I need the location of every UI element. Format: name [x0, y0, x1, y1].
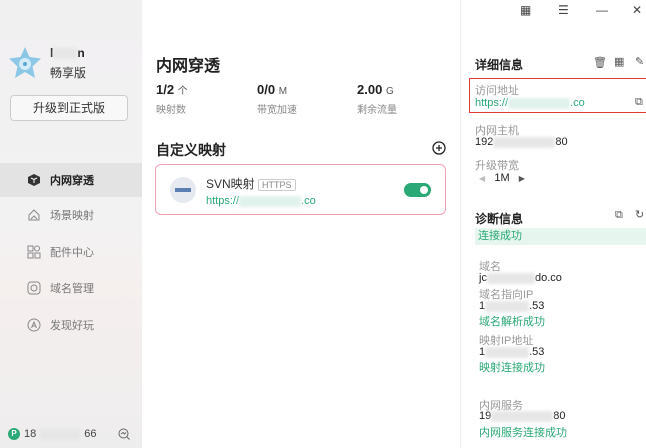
bandwidth-label: 升级带宽 — [475, 160, 519, 172]
mapping-name: SVN映射 — [206, 177, 255, 191]
nav-label: 发现好玩 — [50, 320, 94, 332]
access-url[interactable]: https://.co — [475, 97, 585, 109]
plan-tier: 畅享版 — [50, 66, 87, 80]
increase-icon[interactable]: ▶ — [519, 174, 525, 183]
decrease-icon[interactable]: ◀ — [479, 174, 485, 183]
mapping-connect-status: 映射连接成功 — [479, 362, 545, 374]
protocol-badge: HTTPS — [258, 179, 296, 191]
nav-intranet-penetration[interactable]: 内网穿透 — [0, 163, 142, 197]
access-label: 访问地址 — [475, 85, 519, 97]
domain-icon — [27, 281, 41, 295]
mapping-ip-value: 1.53 — [479, 346, 545, 358]
domain-value: jc do.co — [479, 272, 562, 284]
page-title: 内网穿透 — [156, 58, 221, 75]
add-mapping-icon[interactable] — [432, 141, 446, 155]
main-panel: 内网穿透 1/2 个映射数 0/0 M 带宽加速 2.00 G 剩余流量 自定义映射… — [142, 0, 460, 448]
star-avatar-icon — [9, 47, 41, 78]
section-title: 自定义映射 — [156, 142, 226, 158]
nav-label: 场景映射 — [50, 210, 94, 222]
service-connect-status: 内网服务连接成功 — [479, 427, 567, 439]
nav-scene-mapping[interactable]: 场景映射 — [0, 198, 142, 232]
username: ln — [50, 46, 85, 60]
stat-mappings: 1/2 个映射数 — [156, 82, 188, 116]
home-icon — [28, 209, 40, 221]
detail-title: 详细信息 — [475, 58, 524, 72]
mapping-toggle[interactable] — [404, 183, 431, 197]
host-value: 192 80 — [475, 136, 568, 148]
account-phone: P 18 66 — [8, 428, 97, 440]
edge-app-icon — [170, 177, 196, 203]
grid-icon — [27, 245, 41, 259]
zoom-chart-icon[interactable] — [118, 428, 130, 440]
discover-icon — [27, 318, 41, 332]
mapping-url[interactable]: https://.co — [206, 195, 316, 207]
service-value: 19 80 — [479, 410, 566, 422]
nav-label: 域名管理 — [50, 283, 94, 295]
domain-resolve-status: 域名解析成功 — [479, 316, 545, 328]
delete-icon[interactable]: 🗑 — [593, 56, 607, 69]
domain-ip-value: 1.53 — [479, 300, 545, 312]
nav-accessories[interactable]: 配件中心 — [0, 235, 142, 269]
detail-panel: 详细信息 🗑 ▦ ✎ 访问地址 https://.co ⧉ 内网主机 192 80… — [460, 0, 646, 448]
cube-icon — [28, 174, 40, 186]
upgrade-button[interactable]: 升级到正式版 — [10, 95, 128, 121]
refresh-icon[interactable]: ↻ — [635, 208, 644, 221]
nav-discover[interactable]: 发现好玩 — [0, 308, 142, 342]
nav-domain-management[interactable]: 域名管理 — [0, 271, 142, 305]
diag-title: 诊断信息 — [475, 212, 524, 226]
copy-diag-icon[interactable]: ⧉ — [615, 209, 623, 222]
stat-traffic: 2.00 G 剩余流量 — [357, 82, 397, 116]
bandwidth-stepper[interactable]: ◀ 1M ▶ — [479, 172, 525, 184]
nav-label: 配件中心 — [50, 247, 94, 259]
sidebar: ln 畅享版 升级到正式版 内网穿透 场景映射 配件中心 域名管理 发现好玩 P… — [0, 0, 142, 448]
connection-status: 连接成功 — [475, 228, 646, 245]
qr-icon[interactable]: ▦ — [614, 55, 624, 68]
copy-icon[interactable]: ⧉ — [635, 96, 643, 109]
nav-label: 内网穿透 — [50, 175, 94, 187]
mapping-card[interactable]: SVN映射 HTTPS https://.co — [155, 164, 446, 215]
edit-icon[interactable]: ✎ — [635, 55, 644, 68]
p-badge-icon: P — [8, 428, 20, 440]
stat-bandwidth: 0/0 M 带宽加速 — [257, 82, 297, 116]
